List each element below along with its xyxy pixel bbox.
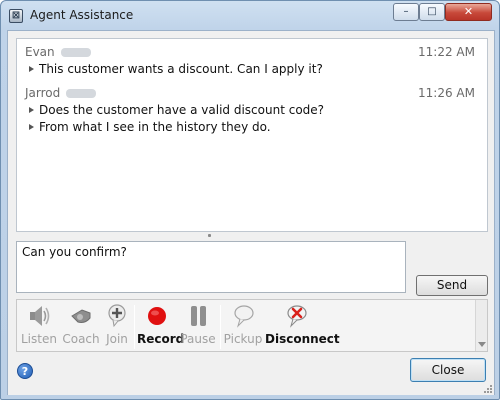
pickup-bubble-icon (234, 305, 254, 328)
client-area: Evan 11:22 AM This customer wants a disc… (7, 30, 495, 395)
message-input[interactable]: Can you confirm? (16, 241, 406, 293)
join-button[interactable]: Join (103, 303, 131, 346)
message-line: This customer wants a discount. Can I ap… (25, 61, 483, 78)
record-icon (148, 307, 166, 325)
title-bar[interactable]: ⊠ Agent Assistance – □ ✕ (1, 1, 499, 31)
message-line: Does the customer have a valid discount … (25, 102, 483, 119)
app-icon: ⊠ (9, 9, 23, 23)
close-button[interactable]: Close (410, 358, 486, 382)
pickup-button[interactable]: Pickup (223, 303, 263, 346)
disconnect-icon (287, 305, 307, 328)
footer-bar: ? Close (8, 353, 494, 395)
supervisor-toolbar: Listen Coach Join Record Pause Pickup Di… (16, 299, 488, 352)
toolbar-separator (134, 305, 135, 349)
toolbar-overflow-scroll[interactable] (475, 300, 487, 351)
message-line: From what I see in the history they do. (25, 119, 483, 136)
listen-button[interactable]: Listen (21, 303, 57, 346)
window-close-button[interactable]: ✕ (445, 3, 492, 21)
chat-message: Evan 11:22 AM This customer wants a disc… (25, 45, 483, 78)
splitter-handle[interactable] (206, 234, 212, 238)
agent-assistance-window: ⊠ Agent Assistance – □ ✕ Evan 11:22 AM T… (0, 0, 500, 400)
help-icon[interactable]: ? (17, 363, 33, 379)
redacted-surname (66, 89, 97, 98)
resize-grip-icon[interactable] (483, 384, 493, 394)
pause-button[interactable]: Pause (180, 303, 216, 346)
chat-log[interactable]: Evan 11:22 AM This customer wants a disc… (16, 38, 488, 232)
send-button[interactable]: Send (416, 275, 488, 296)
maximize-button[interactable]: □ (419, 3, 445, 21)
coach-button[interactable]: Coach (61, 303, 101, 346)
minimize-button[interactable]: – (393, 3, 419, 21)
message-time: 11:22 AM (418, 45, 475, 59)
pause-icon (191, 306, 206, 326)
message-time: 11:26 AM (418, 86, 475, 100)
chat-message: Jarrod 11:26 AM Does the customer have a… (25, 86, 483, 136)
message-sender: Evan (25, 45, 483, 61)
redacted-surname (60, 48, 91, 57)
record-button[interactable]: Record (137, 303, 184, 346)
window-title: Agent Assistance (30, 8, 134, 22)
join-plus-icon (108, 304, 126, 328)
whistle-icon (71, 309, 91, 323)
disconnect-button[interactable]: Disconnect (265, 303, 340, 346)
message-sender: Jarrod (25, 86, 483, 102)
speaker-icon (30, 306, 50, 326)
toolbar-separator (220, 305, 221, 349)
